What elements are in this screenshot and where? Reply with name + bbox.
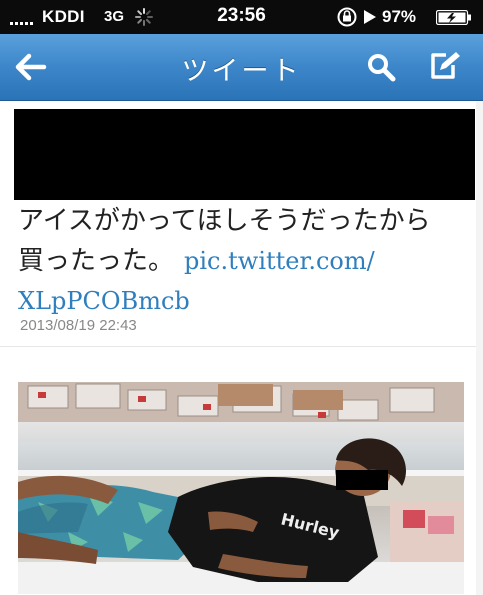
tweet-photo-illustration: Hurley	[18, 382, 464, 594]
divider	[0, 346, 483, 347]
navigation-bar: ツイート	[0, 34, 483, 101]
tweet-link[interactable]: XLpPCOBmcb	[18, 287, 190, 315]
battery-percent: 97%	[382, 7, 417, 26]
battery-charging-icon	[436, 10, 471, 25]
tweet-detail: アイスがかってほしそうだったから 買ったった。 pic.twitter.com/ …	[0, 101, 483, 595]
tweet-text-line: XLpPCOBmcb	[18, 281, 468, 321]
page-title: ツイート	[181, 56, 302, 87]
redacted-header	[14, 109, 475, 200]
tweet-text-segment: 買ったった。	[18, 246, 175, 276]
status-bar: KDDI 3G 23:56 97%	[0, 0, 483, 34]
search-icon[interactable]	[366, 52, 396, 82]
face-redaction	[336, 470, 388, 490]
tweet-photo[interactable]: Hurley	[18, 382, 464, 594]
tweet-text-line: アイスがかってほしそうだったから	[18, 206, 431, 236]
tweet-text: アイスがかってほしそうだったから 買ったった。 pic.twitter.com/ …	[18, 201, 468, 321]
tweet-timestamp: 2013/08/19 22:43	[20, 317, 137, 334]
play-icon	[364, 10, 376, 24]
tweet-text-line: 買ったった。 pic.twitter.com/	[18, 241, 468, 281]
compose-icon[interactable]	[426, 48, 462, 84]
rotation-lock-icon	[337, 7, 357, 27]
tweet-link[interactable]: pic.twitter.com/	[184, 247, 375, 275]
frame-edge	[476, 101, 483, 595]
